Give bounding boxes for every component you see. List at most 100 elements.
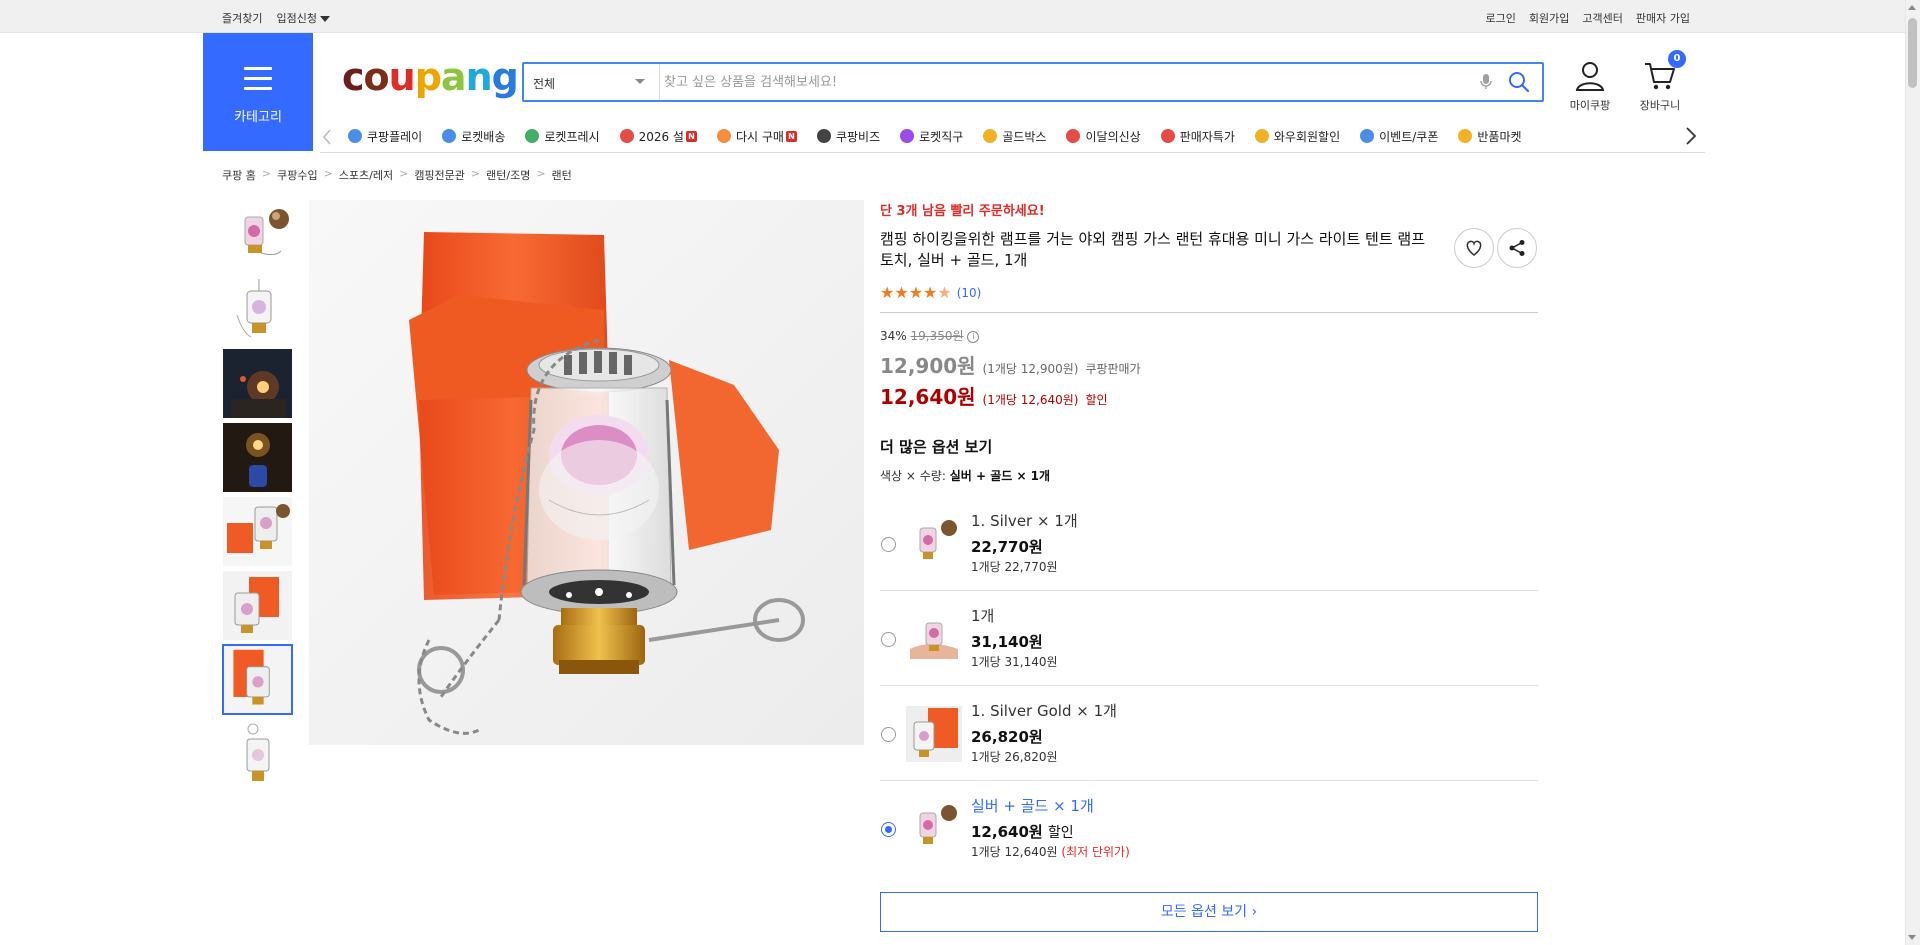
selection-value: 실버 + 골드 × 1개	[949, 469, 1051, 483]
discount-rate: 34%	[880, 329, 907, 343]
coupang-logo[interactable]: coupang	[342, 55, 519, 99]
info-icon[interactable]: i	[967, 330, 980, 343]
biz-icon	[815, 127, 833, 145]
thumbnail-6[interactable]	[222, 570, 293, 641]
option-price: 12,640원	[971, 823, 1043, 841]
option-price-row: 31,140원	[971, 631, 1043, 652]
breadcrumb-item[interactable]: 쿠팡수입	[277, 167, 317, 183]
category-menu-button[interactable]: 카테고리	[203, 33, 313, 151]
menu-item-1[interactable]: 쿠팡플레이	[346, 127, 422, 145]
option-radio[interactable]	[881, 537, 896, 552]
seller-signup-link[interactable]: 판매자 가입	[1636, 10, 1690, 26]
thumbnail-4[interactable]	[222, 422, 293, 493]
seller-apply-label: 입점신청	[276, 12, 317, 25]
menu-item-label: 로켓프레시	[544, 129, 600, 144]
thumbnail-5[interactable]	[222, 496, 293, 567]
option-item[interactable]: 실버 + 골드 × 1개 12,640원 할인 1개당 12,640원 (최저 단위…	[880, 781, 1538, 876]
option-radio[interactable]	[881, 727, 896, 742]
menu-item-9[interactable]: 이달의신상	[1064, 127, 1141, 145]
review-count-link[interactable]: (10)	[957, 286, 982, 300]
coupon-icon	[1358, 127, 1376, 145]
search-bar: 전체	[522, 62, 1544, 102]
breadcrumb-separator: >	[399, 167, 409, 180]
option-item[interactable]: 1. Silver Gold × 1개 26,820원 1개당 26,820원	[880, 686, 1538, 781]
login-link[interactable]: 로그인	[1486, 10, 1516, 26]
breadcrumb-item[interactable]: 쿠팡 홈	[222, 167, 256, 183]
option-image	[906, 611, 962, 667]
option-unit-price: 1개당 22,770원	[971, 560, 1058, 574]
coupang-price: 12,900원	[880, 354, 976, 378]
breadcrumb-separator: >	[261, 167, 272, 180]
sale-price: 12,640원	[880, 385, 976, 409]
thumbnail-2[interactable]	[222, 274, 293, 345]
thumbnail-7-selected[interactable]	[222, 644, 293, 715]
breadcrumb-item[interactable]: 랜턴	[552, 167, 572, 183]
option-radio[interactable]	[881, 822, 896, 837]
share-button[interactable]	[1497, 228, 1537, 268]
menu-item-5[interactable]: 다시 구매 N	[715, 127, 797, 145]
thumbnail-1[interactable]	[222, 200, 293, 271]
product-title: 캠핑 하이킹을위한 램프를 거는 야외 캠핑 가스 랜턴 휴대용 미니 가스 라…	[880, 230, 1425, 269]
scrollbar-thumb[interactable]	[1908, 18, 1917, 88]
bookmark-link[interactable]: 즐겨찾기	[222, 10, 262, 26]
menu-item-2[interactable]: 로켓배송	[440, 127, 505, 145]
seller-apply-link[interactable]: 입점신청	[276, 10, 330, 26]
chevron-left-icon[interactable]	[322, 129, 332, 148]
new-bag-icon	[1064, 127, 1082, 145]
option-radio[interactable]	[881, 632, 896, 647]
product-info-panel: 단 3개 남음 빨리 주문하세요! 캠핑 하이킹을위한 램프를 거는 야외 캠핑…	[880, 200, 1538, 932]
top-utility-bar: 즐겨찾기 입점신청 로그인 회원가입 고객센터 판매자 가입	[0, 0, 1905, 33]
menu-item-label: 쿠팡플레이	[367, 129, 423, 144]
menu-item-13[interactable]: 반품마켓	[1456, 127, 1522, 145]
option-price: 31,140원	[971, 633, 1043, 651]
new-badge: N	[685, 130, 697, 142]
option-unit-price: 1개당 26,820원	[971, 750, 1058, 764]
thumbnail-8[interactable]	[222, 718, 293, 789]
menu-item-8[interactable]: 골드박스	[981, 127, 1046, 145]
breadcrumb-item[interactable]: 캠핑전문관	[414, 167, 465, 183]
signup-link[interactable]: 회원가입	[1529, 10, 1569, 26]
cart-button[interactable]: 0 장바구니	[1630, 50, 1690, 113]
menu-item-11[interactable]: 와우회원할인	[1253, 127, 1340, 145]
microphone-icon[interactable]	[1480, 73, 1492, 94]
menu-item-12[interactable]: 이벤트/쿠폰	[1358, 127, 1438, 145]
category-label: 카테고리	[234, 110, 282, 125]
breadcrumb-item[interactable]: 스포츠/레저	[339, 167, 393, 183]
breadcrumb-item[interactable]: 랜턴/조명	[486, 167, 530, 183]
search-icon[interactable]	[1508, 71, 1530, 96]
menu-item-3[interactable]: 로켓프레시	[523, 127, 600, 145]
thumbnail-3[interactable]	[222, 348, 293, 419]
chevron-down-icon	[635, 79, 645, 84]
option-item[interactable]: 1. Silver × 1개 22,770원 1개당 22,770원	[880, 496, 1538, 591]
menu-item-7[interactable]: 로켓직구	[898, 127, 963, 145]
menu-item-4[interactable]: 2026 설N	[618, 127, 697, 145]
option-name: 1개	[971, 607, 995, 625]
vertical-scrollbar[interactable]	[1905, 0, 1920, 945]
option-name: 1. Silver × 1개	[971, 512, 1078, 530]
mycoupang-button[interactable]: 마이쿠팡	[1560, 60, 1620, 113]
star-icon: ★	[908, 283, 924, 302]
wishlist-button[interactable]	[1454, 228, 1494, 268]
option-item[interactable]: 1개 31,140원 1개당 31,140원	[880, 591, 1538, 686]
menu-item-6[interactable]: 쿠팡비즈	[815, 127, 880, 145]
all-options-button[interactable]: 모든 옵션 보기 ›	[880, 892, 1538, 932]
rating-row: ★★★★★ (10)	[880, 283, 1538, 302]
main-product-image[interactable]	[309, 200, 864, 745]
search-category-select[interactable]: 전체	[524, 64, 660, 100]
home-icon	[715, 127, 733, 145]
option-price-row: 22,770원	[971, 536, 1043, 557]
menu-item-label: 이벤트/쿠폰	[1379, 129, 1439, 144]
cart-label: 장바구니	[1639, 99, 1681, 112]
customer-center-link[interactable]: 고객센터	[1582, 10, 1622, 26]
chevron-right-icon[interactable]	[1685, 127, 1697, 148]
option-unit-row: 1개당 22,770원	[971, 558, 1058, 575]
option-price: 26,820원	[971, 728, 1043, 746]
scroll-down-arrow[interactable]	[1908, 935, 1916, 940]
search-input[interactable]	[664, 68, 1464, 96]
more-options-title: 더 많은 옵션 보기	[880, 438, 993, 456]
coupang-price-label: 쿠팡판매가	[1085, 362, 1141, 376]
scroll-up-arrow[interactable]	[1908, 5, 1916, 10]
menu-item-10[interactable]: 판매자특가	[1159, 127, 1235, 145]
option-unit-row: 1개당 26,820원	[971, 748, 1058, 765]
menu-item-label: 다시 구매	[735, 129, 784, 144]
